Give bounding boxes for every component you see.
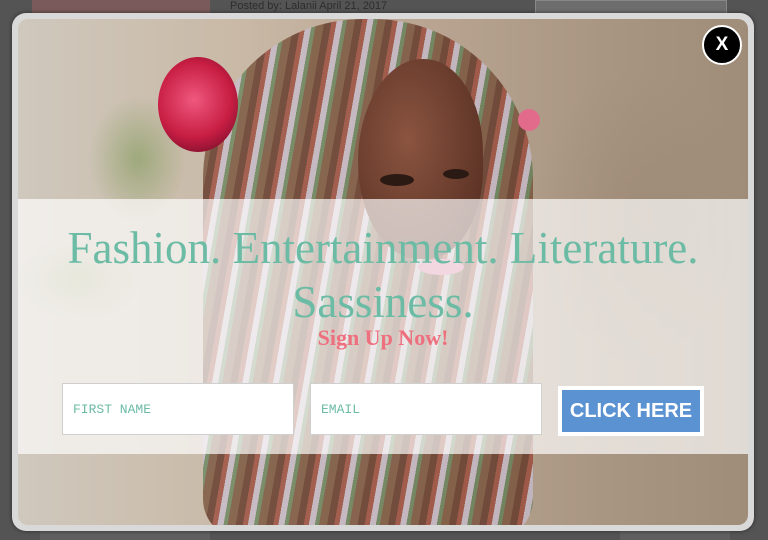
hero-photo-eye xyxy=(443,169,469,179)
modal-headline: Fashion. Entertainment. Literature. Sass… xyxy=(67,223,699,327)
hero-photo-eye xyxy=(380,174,414,186)
submit-button[interactable]: CLICK HERE xyxy=(562,390,700,432)
submit-button-frame: CLICK HERE xyxy=(558,386,704,436)
footer-block xyxy=(40,530,210,540)
signup-panel: Fashion. Entertainment. Literature. Sass… xyxy=(18,199,748,454)
hero-photo-flower xyxy=(158,57,238,152)
email-field[interactable] xyxy=(310,383,542,435)
post-thumbnail xyxy=(32,0,210,14)
post-meta: Posted by: Lalanii April 21, 2017 xyxy=(230,0,388,12)
footer-block-right xyxy=(620,530,730,540)
modal-hero-image: Fashion. Entertainment. Literature. Sass… xyxy=(18,19,748,525)
sidebar-widget xyxy=(535,0,727,14)
modal-subheadline: Sign Up Now! xyxy=(317,325,449,350)
close-icon: X xyxy=(715,34,729,55)
close-button[interactable]: X xyxy=(702,25,742,65)
hero-photo-flower-small xyxy=(518,109,540,131)
first-name-field[interactable] xyxy=(62,383,294,435)
signup-modal: Fashion. Entertainment. Literature. Sass… xyxy=(12,13,754,531)
